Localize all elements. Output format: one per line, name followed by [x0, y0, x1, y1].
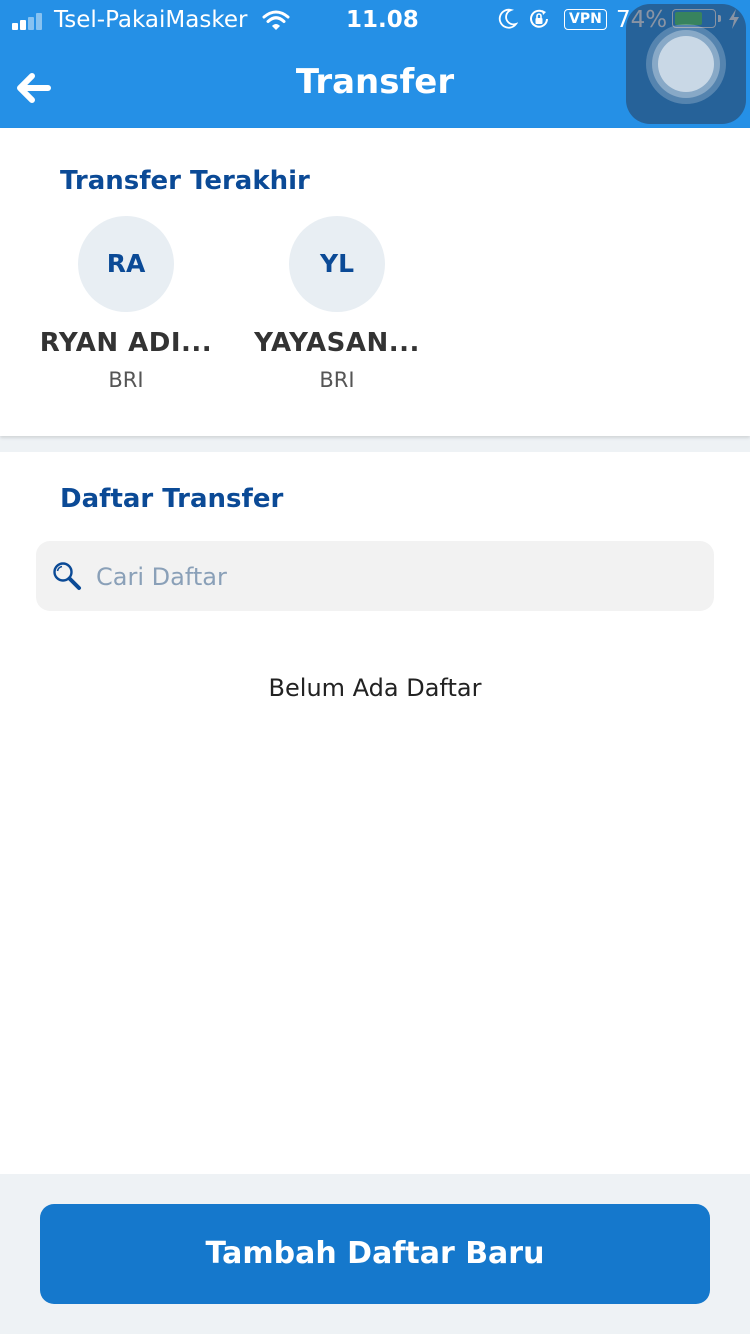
recent-transfers-section: Transfer Terakhir RA RYAN ADI... BRI YL …	[0, 128, 750, 436]
recent-contact-bank: BRI	[108, 368, 144, 392]
orientation-lock-icon	[530, 9, 548, 28]
recent-contact-bank: BRI	[319, 368, 355, 392]
recent-contact[interactable]: YL YAYASAN... BRI	[237, 216, 437, 392]
vpn-badge: VPN	[564, 9, 607, 30]
recent-contact-name: RYAN ADI...	[39, 328, 213, 358]
recent-contact-name: YAYASAN...	[254, 328, 420, 358]
wifi-icon	[262, 10, 290, 30]
assistive-touch-button[interactable]	[626, 4, 746, 124]
signal-icon	[12, 12, 46, 30]
status-time: 11.08	[346, 7, 419, 33]
carrier-name: Tsel-PakaiMasker	[54, 7, 248, 33]
app-header: Tsel-PakaiMasker 11.08 VPN 74% Transfer	[0, 0, 750, 128]
transfer-list-title: Daftar Transfer	[60, 484, 284, 514]
avatar: YL	[289, 216, 385, 312]
recent-contact[interactable]: RA RYAN ADI... BRI	[26, 216, 226, 392]
moon-icon	[498, 8, 518, 29]
add-new-list-button[interactable]: Tambah Daftar Baru	[40, 1204, 710, 1304]
avatar: RA	[78, 216, 174, 312]
empty-list-message: Belum Ada Daftar	[268, 674, 482, 702]
search-input[interactable]	[94, 541, 698, 613]
search-bar[interactable]	[36, 541, 714, 613]
transfer-list-section: Daftar Transfer Belum Ada Daftar	[0, 452, 750, 1174]
recent-transfers-title: Transfer Terakhir	[60, 166, 310, 196]
search-icon	[53, 562, 81, 590]
